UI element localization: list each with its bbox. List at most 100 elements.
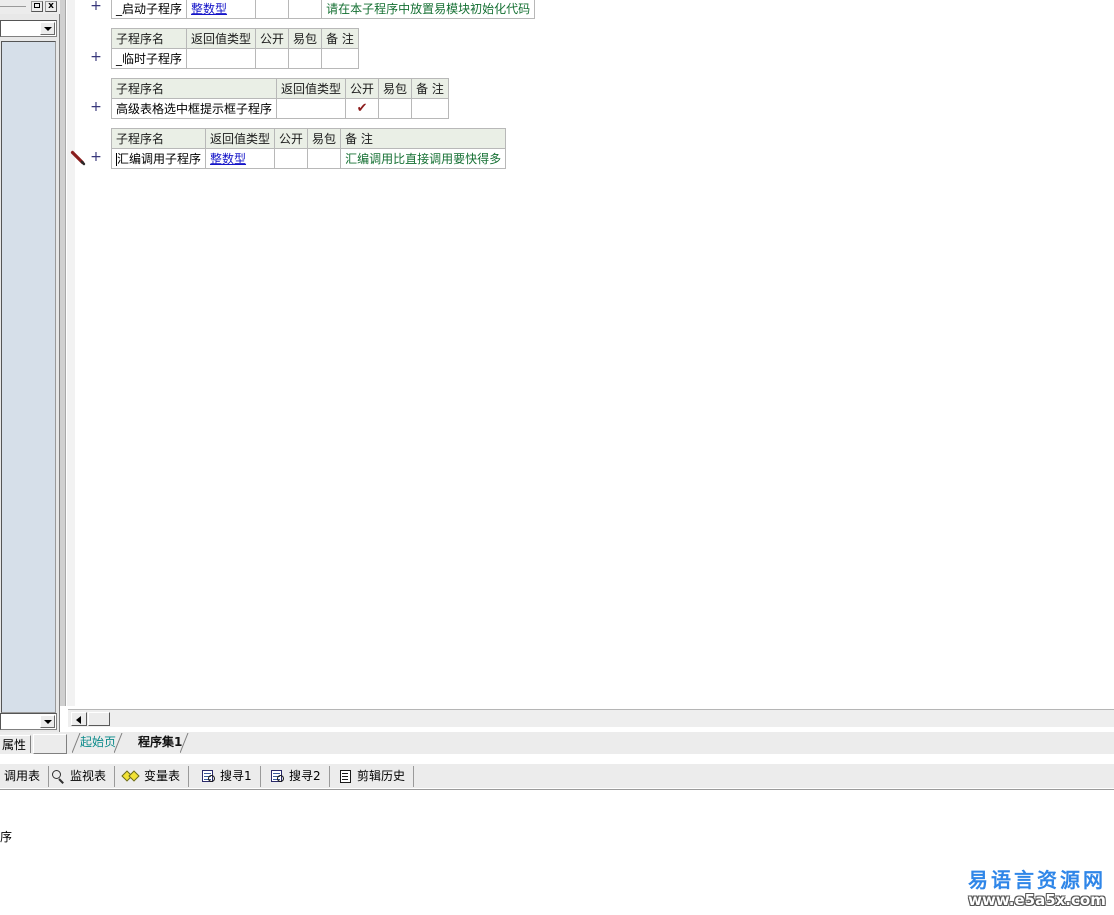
table-row[interactable]: _临时子程序 — [110, 48, 359, 69]
output-pane[interactable]: 序 — [0, 789, 1114, 915]
editor-gutter — [60, 0, 66, 706]
tab-call-table[interactable]: 调用表 — [0, 766, 50, 787]
cell-public[interactable] — [255, 48, 290, 69]
cell-note[interactable]: 汇编调用比直接调用要快得多 — [340, 148, 507, 169]
watermark-url: www.e5a5x.com — [968, 891, 1106, 909]
cell-note[interactable] — [411, 98, 449, 119]
expander-startup[interactable]: + — [90, 0, 102, 13]
output-clipped-text: 序 — [0, 830, 13, 844]
left-panel-combobox-bottom[interactable] — [0, 713, 57, 730]
chevron-down-icon-2[interactable] — [40, 715, 55, 728]
bottom-toolstrip: 调用表 监视表 变量表 搜寻1 搜寻2 剪辑历史 — [0, 763, 1114, 788]
table-header-row: 子程序名 返回值类型 公开 易包 备 注 — [110, 128, 507, 149]
th-pack: 易包 — [307, 128, 342, 149]
tab-start-page[interactable]: 起始页 — [72, 733, 123, 753]
th-note: 备 注 — [340, 128, 507, 149]
tab-search-2[interactable]: 搜寻2 — [263, 766, 330, 787]
editor-gutter-secondary — [67, 0, 75, 706]
cell-name[interactable]: _临时子程序 — [110, 48, 188, 69]
subroutine-table-grid-tip: 子程序名 返回值类型 公开 易包 备 注 高级表格选中框提示框子程序 ✔ — [110, 78, 449, 119]
cell-pack[interactable] — [378, 98, 413, 119]
watermark: 易语言资源网 www.e5a5x.com — [968, 869, 1106, 909]
tab-search-1[interactable]: 搜寻1 — [194, 766, 261, 787]
cell-pack[interactable] — [288, 48, 323, 69]
cell-return-type[interactable] — [276, 98, 347, 119]
cell-pack[interactable] — [307, 148, 342, 169]
tab-right-edge — [114, 733, 123, 753]
cell-name[interactable]: 高级表格选中框提示框子程序 — [110, 98, 278, 119]
return-type-link[interactable]: 整数型 — [210, 152, 246, 166]
cell-return-type[interactable] — [186, 48, 257, 69]
tab-program-set-1[interactable]: 程序集1 — [130, 733, 189, 753]
cell-public-checkmark[interactable]: ✔ — [345, 98, 380, 119]
property-tabstrip-spacer — [33, 734, 67, 754]
th-name: 子程序名 — [110, 128, 207, 149]
cell-name[interactable]: 汇编调用子程序 — [110, 148, 207, 169]
tab-variable-table-label: 变量表 — [144, 769, 181, 783]
subroutine-table-startup: 子程序名 返回值类型 公开 易包 备 注 _启动子程序 整数型 请在本子程序中放… — [110, 0, 536, 19]
th-type: 返回值类型 — [186, 28, 257, 49]
table-row[interactable]: 汇编调用子程序 整数型 汇编调用比直接调用要快得多 — [110, 148, 507, 169]
tab-watch-table[interactable]: 监视表 — [44, 766, 116, 787]
doc-search-icon-2 — [271, 770, 284, 783]
th-note: 备 注 — [411, 78, 449, 99]
cell-return-type[interactable]: 整数型 — [186, 0, 257, 19]
table-header-row: 子程序名 返回值类型 公开 易包 备 注 — [110, 78, 449, 99]
cell-name-text: 汇编调用子程序 — [117, 152, 202, 166]
tab-start-page-label: 起始页 — [80, 735, 117, 749]
expander-asm-call[interactable]: + — [90, 150, 102, 164]
th-name: 子程序名 — [110, 28, 188, 49]
th-type: 返回值类型 — [205, 128, 276, 149]
left-panel-combobox-top[interactable] — [0, 20, 57, 37]
titlebar-rule — [0, 6, 26, 7]
table-row[interactable]: 高级表格选中框提示框子程序 ✔ — [110, 98, 449, 119]
list-icon — [340, 770, 352, 783]
tab-search-2-label: 搜寻2 — [289, 769, 321, 783]
th-public: 公开 — [274, 128, 309, 149]
tab-left-edge — [72, 733, 81, 753]
tab-properties[interactable]: 属性 — [0, 735, 32, 753]
tab-watch-table-label: 监视表 — [70, 769, 107, 783]
th-pack: 易包 — [378, 78, 413, 99]
cell-public[interactable] — [255, 0, 290, 19]
tab-right-edge — [180, 733, 189, 753]
tab-program-set-1-label: 程序集1 — [138, 735, 183, 749]
left-panel-titlebar: x — [0, 0, 60, 14]
expander-temp[interactable]: + — [90, 50, 102, 64]
watermark-site-name: 易语言资源网 — [968, 868, 1106, 892]
scroll-left-button[interactable] — [71, 712, 87, 726]
tab-variable-table[interactable]: 变量表 — [115, 766, 190, 787]
diamonds-icon — [121, 770, 140, 782]
close-button[interactable]: x — [45, 1, 57, 12]
table-row[interactable]: _启动子程序 整数型 请在本子程序中放置易模块初始化代码 — [110, 0, 536, 19]
cell-name[interactable]: _启动子程序 — [110, 0, 188, 19]
editor-horizontal-scrollbar[interactable] — [68, 709, 1114, 727]
chevron-down-icon[interactable] — [40, 22, 55, 35]
expander-grid-tip[interactable]: + — [90, 100, 102, 114]
left-dock-panel: x — [0, 0, 60, 732]
th-note: 备 注 — [321, 28, 359, 49]
pencil-icon — [70, 150, 86, 166]
th-public: 公开 — [345, 78, 380, 99]
subroutine-table-temp: 子程序名 返回值类型 公开 易包 备 注 _临时子程序 — [110, 28, 359, 69]
th-public: 公开 — [255, 28, 290, 49]
tab-call-table-label: 调用表 — [4, 769, 41, 783]
doc-search-icon — [202, 770, 215, 783]
cell-note[interactable]: 请在本子程序中放置易模块初始化代码 — [321, 0, 536, 19]
left-panel-list[interactable] — [1, 41, 56, 713]
maximize-button[interactable] — [31, 1, 43, 12]
tab-clip-history-label: 剪辑历史 — [357, 769, 406, 783]
return-type-link[interactable]: 整数型 — [191, 2, 227, 16]
tab-clip-history[interactable]: 剪辑历史 — [332, 766, 415, 787]
tab-search-1-label: 搜寻1 — [220, 769, 252, 783]
document-tabstrip: 起始页 程序集1 — [68, 732, 1114, 754]
code-editor-area[interactable]: + 子程序名 返回值类型 公开 易包 备 注 _启动子程序 整数型 请在本子程序… — [60, 0, 1114, 706]
cell-pack[interactable] — [288, 0, 323, 19]
th-pack: 易包 — [288, 28, 323, 49]
scrollbar-thumb[interactable] — [88, 712, 110, 726]
th-type: 返回值类型 — [276, 78, 347, 99]
cell-return-type[interactable]: 整数型 — [205, 148, 276, 169]
cell-public[interactable] — [274, 148, 309, 169]
cell-note[interactable] — [321, 48, 359, 69]
chevron-left-icon — [76, 716, 81, 724]
